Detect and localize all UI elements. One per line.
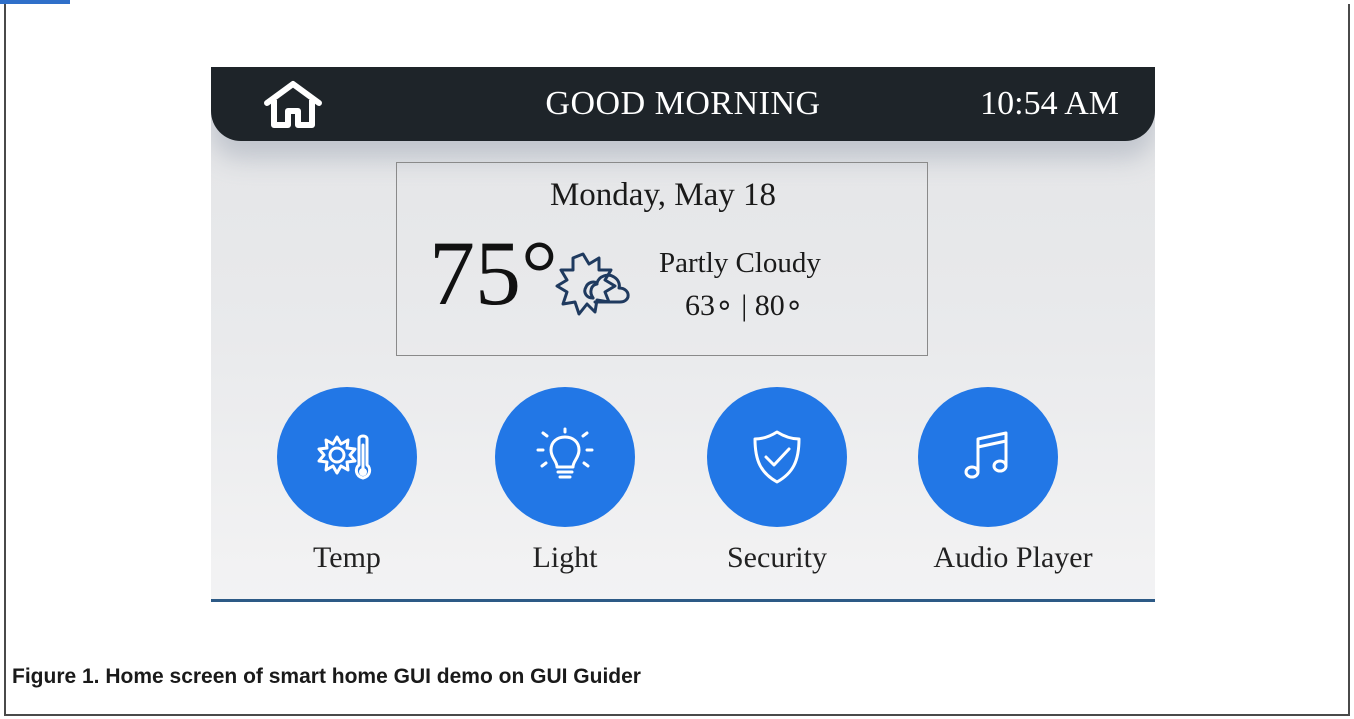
temp-button[interactable] bbox=[277, 387, 417, 527]
current-temperature: 75° bbox=[429, 222, 558, 324]
security-button[interactable] bbox=[707, 387, 847, 527]
partly-cloudy-icon bbox=[555, 252, 630, 316]
sun-thermometer-icon bbox=[317, 434, 372, 480]
temp-label: Temp bbox=[313, 541, 381, 574]
screen-divider bbox=[211, 599, 1155, 602]
audio-player-button[interactable] bbox=[918, 387, 1058, 527]
temperature-range: 63∘ | 80∘ bbox=[685, 289, 804, 322]
weather-panel: Monday, May 18 75° Partly Cloudy 63∘ | 8… bbox=[396, 162, 928, 356]
light-label: Light bbox=[532, 541, 598, 574]
security-label: Security bbox=[727, 541, 827, 574]
figure-caption: Figure 1. Home screen of smart home GUI … bbox=[12, 665, 641, 689]
condition-label: Partly Cloudy bbox=[659, 247, 821, 279]
smart-home-screen: GOOD MORNING 10:54 AM Monday, May 18 75°… bbox=[211, 67, 1155, 602]
date-label: Monday, May 18 bbox=[549, 177, 777, 213]
lightbulb-icon bbox=[536, 427, 594, 479]
shield-check-icon bbox=[753, 430, 801, 484]
clock-text: 10:54 AM bbox=[980, 85, 1119, 122]
light-button[interactable] bbox=[495, 387, 635, 527]
top-bar: GOOD MORNING 10:54 AM bbox=[211, 67, 1155, 141]
figure-caption-text: Figure 1. Home screen of smart home GUI … bbox=[12, 665, 641, 688]
music-note-icon bbox=[964, 431, 1008, 479]
audio-player-label: Audio Player bbox=[933, 541, 1093, 574]
